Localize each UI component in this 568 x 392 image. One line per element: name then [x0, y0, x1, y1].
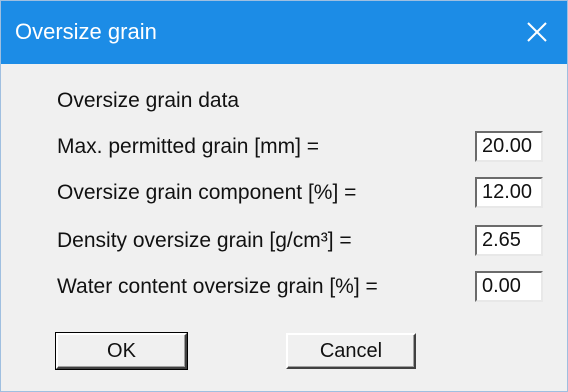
density-oversize-grain-label: Density oversize grain [g/cm³] = [57, 229, 352, 252]
water-content-oversize-grain-label: Water content oversize grain [%] = [57, 275, 378, 298]
close-icon [527, 22, 547, 42]
oversize-grain-component-label: Oversize grain component [%] = [57, 181, 357, 204]
oversize-grain-component-input[interactable]: 12.00 [475, 177, 543, 208]
close-button[interactable] [507, 1, 567, 64]
density-oversize-grain-input[interactable]: 2.65 [475, 225, 543, 256]
group-label: Oversize grain data [57, 89, 240, 112]
water-content-oversize-grain-input[interactable]: 0.00 [475, 271, 543, 302]
title-bar: Oversize grain [1, 1, 567, 64]
ok-button[interactable]: OK [55, 332, 188, 370]
oversize-grain-dialog: Oversize grain Oversize grain data Max. … [0, 0, 568, 392]
dialog-title: Oversize grain [15, 19, 157, 44]
cancel-button[interactable]: Cancel [286, 333, 416, 369]
max-permitted-grain-input[interactable]: 20.00 [475, 131, 543, 162]
max-permitted-grain-label: Max. permitted grain [mm] = [57, 135, 319, 158]
